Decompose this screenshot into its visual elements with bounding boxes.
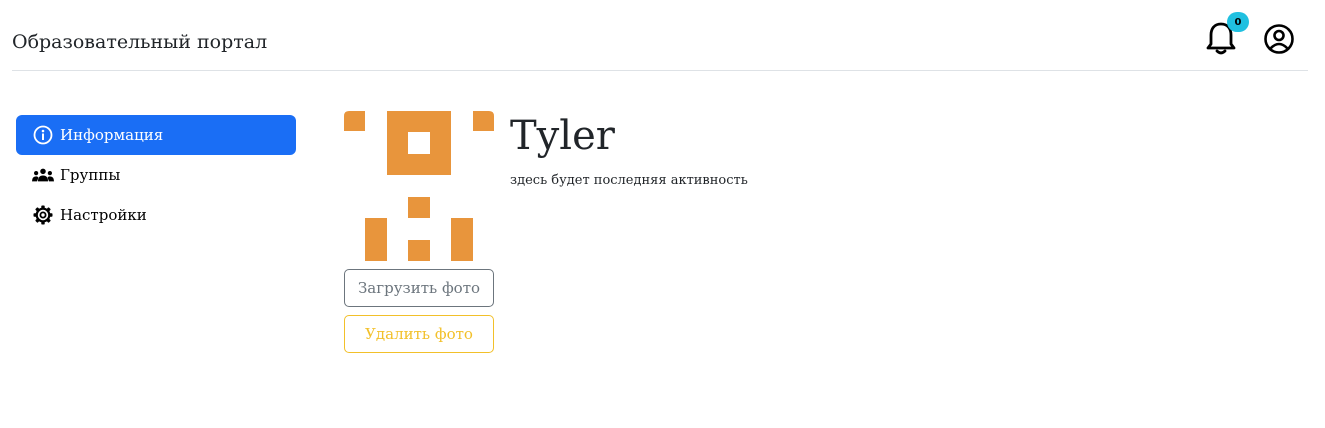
recent-activity-text: здесь будет последняя активность — [510, 173, 748, 188]
user-menu-button[interactable] — [1263, 23, 1295, 55]
user-circle-icon — [1264, 24, 1294, 54]
sidebar-item-label: Настройки — [60, 206, 147, 224]
sidebar-item-label: Группы — [60, 166, 121, 184]
people-icon — [32, 164, 54, 186]
top-navbar: Образовательный портал — [12, 0, 1308, 71]
notifications-badge: 0 — [1227, 12, 1249, 32]
brand-title[interactable]: Образовательный портал — [12, 30, 267, 54]
delete-photo-button[interactable]: Удалить фото — [344, 315, 494, 353]
sidebar: Информация Группы Настройки — [16, 115, 296, 235]
sidebar-item-settings[interactable]: Настройки — [16, 195, 296, 235]
sidebar-item-information[interactable]: Информация — [16, 115, 296, 155]
upload-photo-button[interactable]: Загрузить фото — [344, 269, 494, 307]
gear-icon — [32, 204, 54, 226]
info-icon — [32, 124, 54, 146]
profile-username: Tyler — [510, 113, 615, 159]
sidebar-item-groups[interactable]: Группы — [16, 155, 296, 195]
sidebar-item-label: Информация — [60, 126, 164, 144]
avatar-identicon — [344, 111, 494, 261]
